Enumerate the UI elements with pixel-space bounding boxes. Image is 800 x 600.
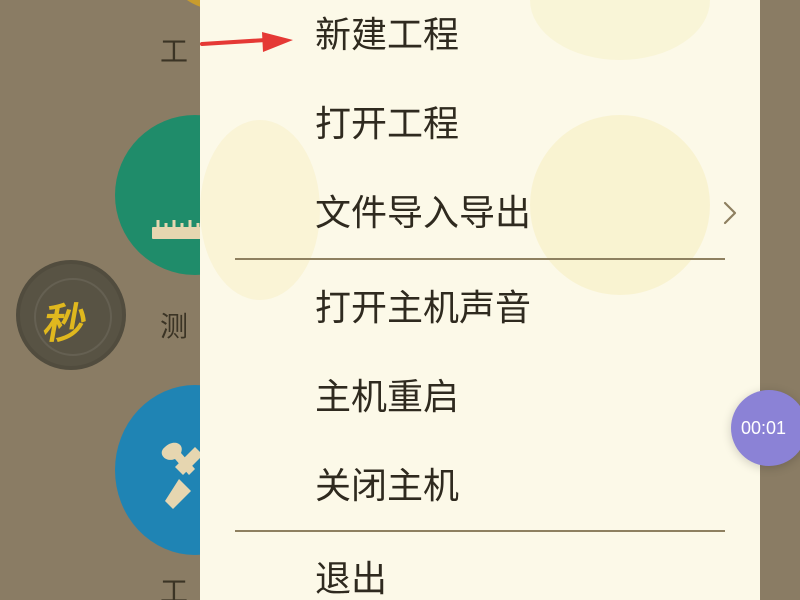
arrow-right-icon — [200, 32, 293, 52]
background-label-middle: 测 — [160, 310, 189, 343]
menu-item-shutdown-host[interactable]: 关闭主机 — [315, 459, 715, 515]
background-label-bottom: 工 — [160, 575, 189, 600]
floating-timer-badge[interactable]: 00:01 — [731, 390, 800, 466]
menu-item-restart-host[interactable]: 主机重启 — [315, 370, 715, 426]
menu-item-enable-host-sound[interactable]: 打开主机声音 — [315, 281, 715, 337]
menu-item-file-import-export[interactable]: 文件导入导出 — [315, 186, 715, 242]
menu-item-exit[interactable]: 退出 — [315, 552, 715, 600]
menu-item-open-project[interactable]: 打开工程 — [315, 97, 715, 153]
menu-background-shape — [200, 120, 320, 300]
background-right-strip — [760, 0, 800, 600]
chevron-right-icon[interactable] — [722, 201, 738, 225]
background-label-top: 工 — [160, 35, 189, 68]
ruler-icon — [152, 220, 202, 239]
menu-item-new-project[interactable]: 新建工程 — [315, 8, 715, 64]
menu-divider — [235, 530, 725, 532]
context-menu: 新建工程 打开工程 文件导入导出 打开主机声音 主机重启 关闭主机 退出 — [200, 0, 760, 600]
menu-divider — [235, 258, 725, 260]
